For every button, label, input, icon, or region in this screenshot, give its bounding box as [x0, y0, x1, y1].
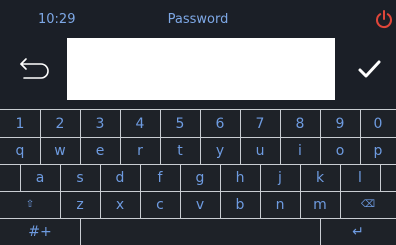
key-divider: [20, 164, 21, 191]
key-divider: [240, 137, 241, 164]
key-divider: [100, 164, 101, 191]
key-0[interactable]: 0: [360, 110, 396, 137]
key-k[interactable]: k: [300, 164, 340, 191]
key-t[interactable]: t: [160, 137, 200, 164]
key-n[interactable]: n: [260, 191, 300, 218]
key-s[interactable]: s: [60, 164, 100, 191]
key-divider: [80, 110, 81, 137]
space-key[interactable]: [80, 218, 320, 245]
key-divider: [340, 191, 341, 218]
key-c[interactable]: c: [140, 191, 180, 218]
password-input[interactable]: [67, 38, 335, 100]
key-divider: [280, 137, 281, 164]
power-icon[interactable]: [374, 9, 394, 29]
symbols-key[interactable]: #+: [0, 218, 80, 245]
key-4[interactable]: 4: [120, 110, 160, 137]
key-divider: [280, 110, 281, 137]
key-divider: [40, 110, 41, 137]
key-f[interactable]: f: [140, 164, 180, 191]
key-divider: [320, 110, 321, 137]
key-divider: [200, 137, 201, 164]
checkmark-icon[interactable]: [354, 55, 384, 83]
key-l[interactable]: l: [340, 164, 380, 191]
key-g[interactable]: g: [180, 164, 220, 191]
key-m[interactable]: m: [300, 191, 340, 218]
key-divider: [360, 110, 361, 137]
key-r[interactable]: r: [120, 137, 160, 164]
key-divider: [360, 137, 361, 164]
key-divider: [260, 164, 261, 191]
shift-icon[interactable]: ⇧: [0, 191, 60, 218]
key-9[interactable]: 9: [320, 110, 360, 137]
enter-icon[interactable]: ↵: [320, 218, 396, 245]
key-divider: [160, 110, 161, 137]
key-divider: [140, 191, 141, 218]
key-a[interactable]: a: [20, 164, 60, 191]
key-divider: [220, 164, 221, 191]
key-divider: [160, 137, 161, 164]
key-7[interactable]: 7: [240, 110, 280, 137]
key-divider: [60, 191, 61, 218]
key-y[interactable]: y: [200, 137, 240, 164]
key-divider: [300, 164, 301, 191]
key-1[interactable]: 1: [0, 110, 40, 137]
key-divider: [200, 110, 201, 137]
key-3[interactable]: 3: [80, 110, 120, 137]
page-title: Password: [167, 12, 229, 27]
key-6[interactable]: 6: [200, 110, 240, 137]
key-divider: [40, 137, 41, 164]
key-5[interactable]: 5: [160, 110, 200, 137]
key-divider: [60, 164, 61, 191]
key-divider: [180, 191, 181, 218]
key-divider: [340, 164, 341, 191]
key-q[interactable]: q: [0, 137, 40, 164]
back-arrow-icon[interactable]: [14, 50, 54, 86]
key-o[interactable]: o: [320, 137, 360, 164]
key-divider: [140, 164, 141, 191]
key-divider: [220, 191, 221, 218]
on-screen-keyboard: 1 2 3 4 5 6 7 8 9 0 q w e r t y u i o p: [0, 109, 396, 245]
key-x[interactable]: x: [100, 191, 140, 218]
key-divider: [300, 191, 301, 218]
key-divider: [320, 218, 321, 245]
key-divider: [120, 110, 121, 137]
key-8[interactable]: 8: [280, 110, 320, 137]
key-h[interactable]: h: [220, 164, 260, 191]
key-divider: [180, 164, 181, 191]
password-screen: 10:29 Password 1 2 3 4 5 6 7 8 9 0 q w e…: [0, 0, 396, 245]
key-divider: [80, 137, 81, 164]
key-divider: [380, 164, 381, 191]
key-b[interactable]: b: [220, 191, 260, 218]
key-i[interactable]: i: [280, 137, 320, 164]
key-j[interactable]: j: [260, 164, 300, 191]
key-2[interactable]: 2: [40, 110, 80, 137]
key-divider: [240, 110, 241, 137]
status-bar: 10:29 Password: [0, 0, 396, 34]
key-d[interactable]: d: [100, 164, 140, 191]
backspace-icon[interactable]: ⌫: [340, 191, 396, 218]
key-e[interactable]: e: [80, 137, 120, 164]
key-divider: [80, 218, 81, 245]
key-u[interactable]: u: [240, 137, 280, 164]
key-divider: [320, 137, 321, 164]
key-divider: [120, 137, 121, 164]
key-w[interactable]: w: [40, 137, 80, 164]
key-v[interactable]: v: [180, 191, 220, 218]
key-z[interactable]: z: [60, 191, 100, 218]
key-divider: [260, 191, 261, 218]
key-p[interactable]: p: [360, 137, 396, 164]
key-divider: [100, 191, 101, 218]
